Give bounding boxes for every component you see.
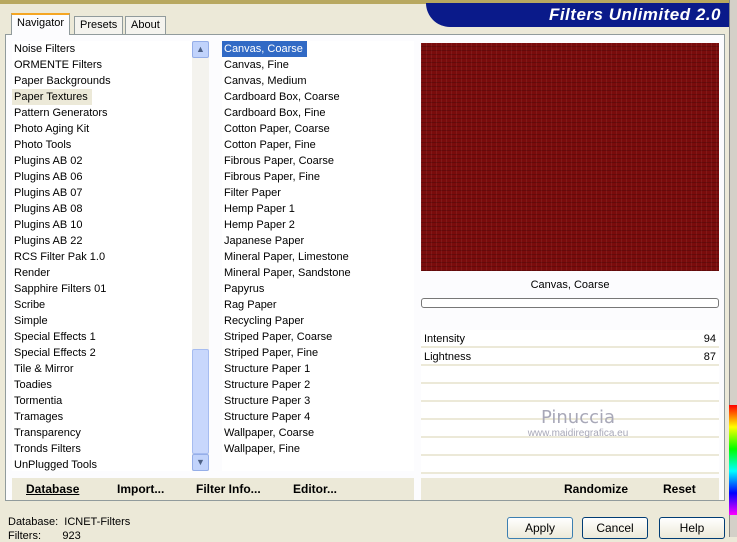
filter-item[interactable]: Hemp Paper 1 bbox=[222, 201, 414, 217]
watermark-name: Pinuccia bbox=[540, 407, 616, 428]
editor-button[interactable]: Editor... bbox=[293, 482, 337, 496]
filter-item[interactable]: Japanese Paper bbox=[222, 233, 414, 249]
category-item[interactable]: Sapphire Filters 01 bbox=[12, 281, 192, 297]
status-value: 923 bbox=[62, 530, 81, 542]
filter-item[interactable]: Recycling Paper bbox=[222, 313, 414, 329]
apply-button[interactable]: Apply bbox=[507, 517, 573, 539]
database-button[interactable]: Database bbox=[26, 482, 79, 496]
category-item[interactable]: ORMENTE Filters bbox=[12, 57, 192, 73]
filter-item[interactable]: Mineral Paper, Sandstone bbox=[222, 265, 414, 281]
cancel-button[interactable]: Cancel bbox=[582, 517, 648, 539]
left-button-bar: Database Import... Filter Info... Editor… bbox=[12, 478, 414, 500]
status-database: Database: ICNET-Filters bbox=[8, 516, 130, 528]
category-item[interactable]: Render bbox=[12, 265, 192, 281]
category-item[interactable]: Transparency bbox=[12, 425, 192, 441]
filter-item[interactable]: Canvas, Fine bbox=[222, 57, 414, 73]
category-item[interactable]: Photo Tools bbox=[12, 137, 192, 153]
category-item[interactable]: Plugins AB 02 bbox=[12, 153, 192, 169]
filter-item[interactable]: Canvas, Coarse bbox=[222, 41, 307, 57]
help-button[interactable]: Help bbox=[659, 517, 725, 539]
category-item[interactable]: Special Effects 2 bbox=[12, 345, 192, 361]
status-filters: Filters: 923 bbox=[8, 530, 81, 542]
category-item[interactable]: Plugins AB 06 bbox=[12, 169, 192, 185]
filter-item[interactable]: Wallpaper, Fine bbox=[222, 441, 414, 457]
category-item[interactable]: Tile & Mirror bbox=[12, 361, 192, 377]
tab-about[interactable]: About bbox=[125, 16, 166, 35]
status-label: Filters: bbox=[8, 530, 41, 542]
filter-item[interactable]: Structure Paper 2 bbox=[222, 377, 414, 393]
filter-item[interactable]: Rag Paper bbox=[222, 297, 414, 313]
slider-empty bbox=[421, 384, 719, 402]
category-item[interactable]: Tronds Filters bbox=[12, 441, 192, 457]
filter-item[interactable]: Structure Paper 4 bbox=[222, 409, 414, 425]
category-item[interactable]: Paper Backgrounds bbox=[12, 73, 192, 89]
param-label: Intensity bbox=[424, 333, 465, 345]
slider-empty bbox=[421, 438, 719, 456]
category-item[interactable]: Plugins AB 08 bbox=[12, 201, 192, 217]
filter-item[interactable]: Canvas, Medium bbox=[222, 73, 414, 89]
category-item[interactable]: Paper Textures bbox=[12, 89, 92, 105]
scroll-up-arrow-icon[interactable]: ▲ bbox=[192, 41, 209, 58]
filter-list[interactable]: Canvas, Coarse Canvas, Fine Canvas, Medium… bbox=[222, 41, 414, 471]
background-color-palette bbox=[729, 405, 737, 515]
filter-item[interactable]: Cotton Paper, Coarse bbox=[222, 121, 414, 137]
filter-item[interactable]: Filter Paper bbox=[222, 185, 414, 201]
status-value: ICNET-Filters bbox=[64, 516, 131, 528]
param-value: 94 bbox=[703, 333, 716, 345]
category-item[interactable]: UnPlugged Tools bbox=[12, 457, 192, 471]
category-item[interactable]: Photo Aging Kit bbox=[12, 121, 192, 137]
preview-image bbox=[421, 43, 719, 271]
category-item[interactable]: RCS Filter Pak 1.0 bbox=[12, 249, 192, 265]
filter-item[interactable]: Papyrus bbox=[222, 281, 414, 297]
title-banner: Filters Unlimited 2.0 bbox=[426, 3, 731, 27]
filter-item[interactable]: Cardboard Box, Coarse bbox=[222, 89, 414, 105]
category-item[interactable]: Tramages bbox=[12, 409, 192, 425]
filter-item[interactable]: Hemp Paper 2 bbox=[222, 217, 414, 233]
filter-item[interactable]: Cardboard Box, Fine bbox=[222, 105, 414, 121]
category-item[interactable]: Noise Filters bbox=[12, 41, 192, 57]
filter-item[interactable]: Structure Paper 3 bbox=[222, 393, 414, 409]
category-item[interactable]: Tormentia bbox=[12, 393, 192, 409]
category-item[interactable]: Plugins AB 07 bbox=[12, 185, 192, 201]
filter-item[interactable]: Mineral Paper, Limestone bbox=[222, 249, 414, 265]
scroll-thumb[interactable] bbox=[192, 349, 209, 454]
watermark-url: www.maidiregrafica.eu bbox=[527, 428, 629, 439]
category-item[interactable]: Plugins AB 10 bbox=[12, 217, 192, 233]
category-scrollbar[interactable]: ▲ ▼ bbox=[192, 41, 209, 471]
category-item[interactable]: Simple bbox=[12, 313, 192, 329]
right-button-bar: Randomize Reset bbox=[421, 478, 719, 500]
watermark: Pinuccia www.maidiregrafica.eu bbox=[513, 407, 643, 439]
filter-item[interactable]: Striped Paper, Coarse bbox=[222, 329, 414, 345]
status-label: Database: bbox=[8, 516, 59, 528]
filter-item[interactable]: Wallpaper, Coarse bbox=[222, 425, 414, 441]
tab-presets[interactable]: Presets bbox=[74, 16, 124, 35]
tab-navigator[interactable]: Navigator bbox=[11, 13, 71, 35]
scroll-down-arrow-icon[interactable]: ▼ bbox=[192, 454, 209, 471]
slider-empty bbox=[421, 456, 719, 474]
param-label: Lightness bbox=[424, 351, 472, 363]
category-item[interactable]: Scribe bbox=[12, 297, 192, 313]
slider-lightness[interactable]: Lightness 87 bbox=[421, 348, 719, 366]
preview-filter-name: Canvas, Coarse bbox=[530, 279, 610, 291]
filter-item[interactable]: Structure Paper 1 bbox=[222, 361, 414, 377]
category-item[interactable]: Special Effects 1 bbox=[12, 329, 192, 345]
import-button[interactable]: Import... bbox=[117, 482, 164, 496]
filter-item[interactable]: Fibrous Paper, Coarse bbox=[222, 153, 414, 169]
category-list[interactable]: Noise Filters ORMENTE Filters Paper Backgr… bbox=[12, 41, 192, 471]
randomize-button[interactable]: Randomize bbox=[564, 482, 628, 496]
category-item[interactable]: Toadies bbox=[12, 377, 192, 393]
progress-bar bbox=[421, 298, 719, 308]
filter-item[interactable]: Striped Paper, Fine bbox=[222, 345, 414, 361]
category-item[interactable]: Pattern Generators bbox=[12, 105, 192, 121]
filter-item[interactable]: Fibrous Paper, Fine bbox=[222, 169, 414, 185]
param-value: 87 bbox=[703, 351, 716, 363]
parameter-sliders[interactable]: Intensity 94 Lightness 87 bbox=[421, 330, 719, 474]
filter-item[interactable]: Cotton Paper, Fine bbox=[222, 137, 414, 153]
slider-empty bbox=[421, 366, 719, 384]
filter-info-button[interactable]: Filter Info... bbox=[196, 482, 261, 496]
slider-intensity[interactable]: Intensity 94 bbox=[421, 330, 719, 348]
reset-button[interactable]: Reset bbox=[663, 482, 696, 496]
category-item[interactable]: Plugins AB 22 bbox=[12, 233, 192, 249]
